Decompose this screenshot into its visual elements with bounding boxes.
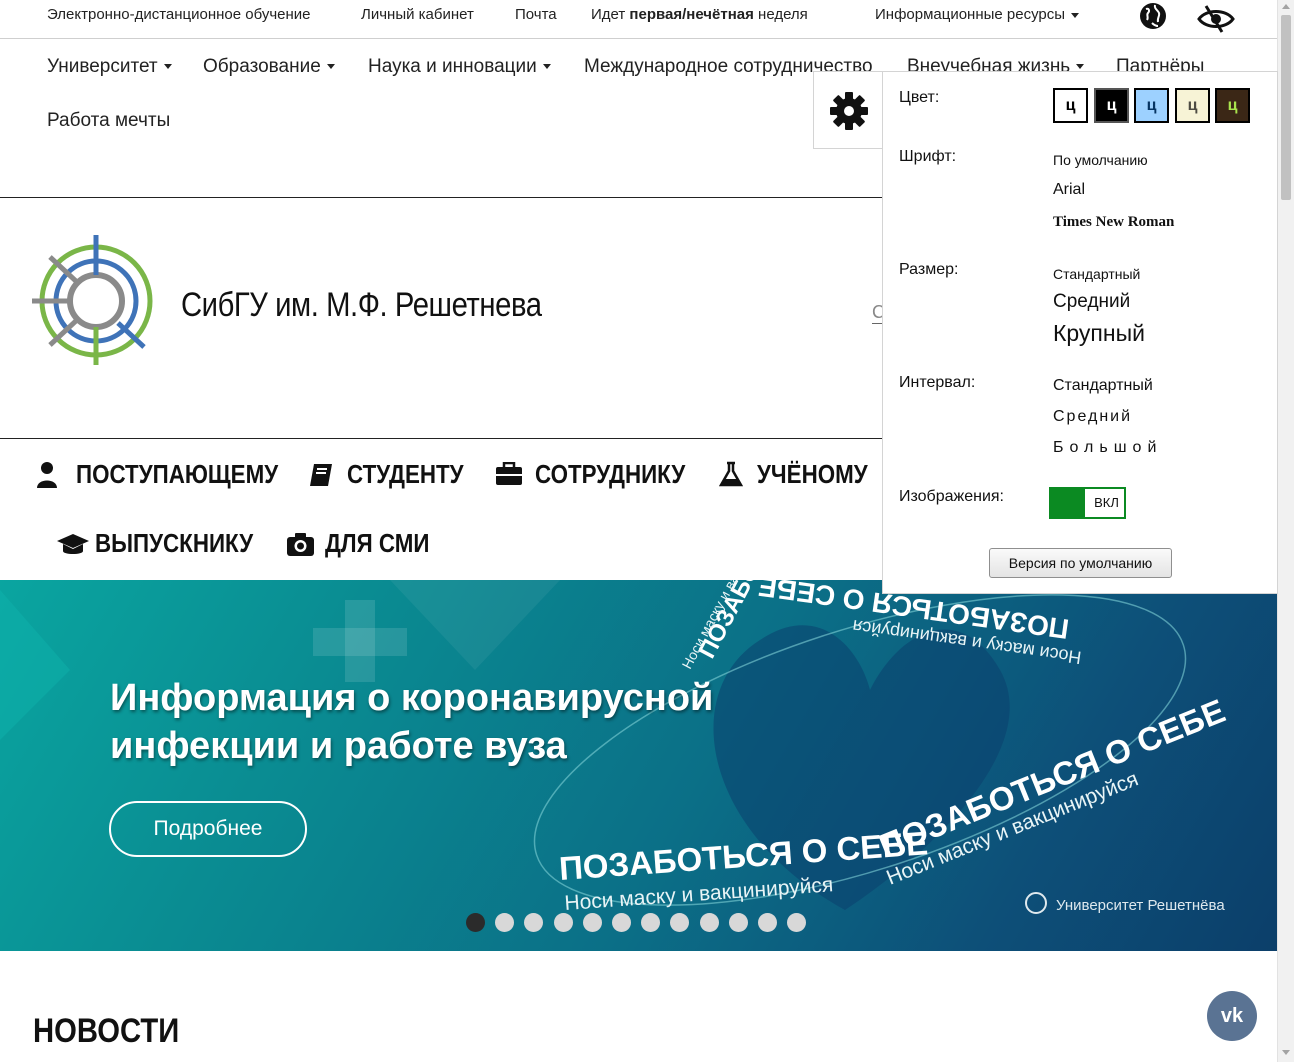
carousel-dot[interactable] bbox=[612, 913, 631, 932]
images-toggle-label: ВКЛ bbox=[1094, 495, 1119, 510]
week-prefix: Идет bbox=[591, 6, 626, 23]
nav-university-label: Университет bbox=[47, 56, 158, 77]
info-resources-dropdown[interactable]: Информационные ресурсы bbox=[875, 6, 1080, 23]
banner-title: Информация о коронавирусной инфекции и р… bbox=[110, 674, 713, 770]
banner-title-line1: Информация о коронавирусной bbox=[110, 677, 714, 719]
nav-education[interactable]: Образование bbox=[203, 56, 335, 78]
university-logo-icon[interactable] bbox=[30, 235, 155, 368]
reset-default-version-button[interactable]: Версия по умолчанию bbox=[989, 548, 1172, 578]
chevron-down-icon bbox=[1071, 12, 1080, 18]
carousel-dot[interactable] bbox=[582, 913, 602, 932]
carousel-dot[interactable] bbox=[728, 913, 748, 932]
color-label: Цвет: bbox=[899, 89, 940, 106]
banner-brand-logo-icon bbox=[1025, 892, 1047, 914]
font-option-default[interactable]: По умолчанию bbox=[1053, 152, 1148, 168]
globe-icon[interactable] bbox=[1138, 1, 1168, 31]
banner-art-brand: Университет Решетнёва bbox=[1056, 897, 1225, 914]
scroll-up-arrow-icon[interactable] bbox=[1282, 4, 1290, 9]
gear-icon[interactable] bbox=[829, 91, 869, 131]
chevron-down-icon bbox=[1076, 64, 1085, 70]
interval-option-medium[interactable]: Средний bbox=[1053, 408, 1132, 426]
font-option-arial[interactable]: Arial bbox=[1053, 181, 1085, 199]
hero-banner: ПОЗАБОТЬСЯ О СЕБЕ Носи маску и вакциниру… bbox=[0, 580, 1277, 951]
week-type: первая/нечётная bbox=[629, 6, 754, 23]
top-utility-bar: Электронно-дистанционное обучение Личный… bbox=[0, 0, 1277, 39]
color-swatch-5[interactable]: ц bbox=[1215, 88, 1250, 123]
vk-social-button[interactable]: vk bbox=[1207, 991, 1257, 1041]
nav-science-label: Наука и инновации bbox=[368, 56, 537, 77]
audience-graduate[interactable]: ВЫПУСКНИКУ bbox=[95, 528, 253, 559]
scroll-thumb[interactable] bbox=[1281, 15, 1291, 200]
audience-student[interactable]: СТУДЕНТУ bbox=[347, 459, 464, 490]
week-indicator: Идет первая/нечётная неделя bbox=[591, 6, 808, 23]
banner-more-button[interactable]: Подробнее bbox=[109, 801, 307, 857]
color-swatch-2[interactable]: ц bbox=[1094, 88, 1129, 123]
week-suffix: неделя bbox=[758, 6, 808, 23]
color-swatch-1[interactable]: ц bbox=[1053, 88, 1088, 123]
size-option-standard[interactable]: Стандартный bbox=[1053, 266, 1140, 282]
audience-employee[interactable]: СОТРУДНИКУ bbox=[535, 459, 685, 490]
distance-learning-link[interactable]: Электронно-дистанционное обучение bbox=[47, 6, 311, 23]
chevron-down-icon bbox=[542, 64, 551, 70]
briefcase-icon bbox=[496, 462, 522, 485]
font-option-times[interactable]: Times New Roman bbox=[1053, 214, 1174, 231]
color-swatch-4[interactable]: ц bbox=[1175, 88, 1210, 123]
camera-icon bbox=[287, 533, 314, 556]
chevron-down-icon bbox=[163, 64, 172, 70]
font-label: Шрифт: bbox=[899, 148, 957, 165]
nav-education-label: Образование bbox=[203, 56, 321, 77]
low-vision-icon[interactable] bbox=[1196, 4, 1236, 34]
book-icon bbox=[310, 464, 332, 486]
images-label: Изображения: bbox=[899, 488, 1004, 505]
news-heading: НОВОСТИ bbox=[33, 1012, 180, 1050]
page-scrollbar[interactable] bbox=[1277, 0, 1294, 1062]
color-swatch-3[interactable]: ц bbox=[1134, 88, 1169, 123]
nav-university[interactable]: Университет bbox=[47, 56, 172, 78]
carousel-dot[interactable] bbox=[699, 913, 719, 932]
nav-science[interactable]: Наука и инновации bbox=[368, 56, 551, 78]
graduation-cap-icon bbox=[57, 534, 89, 554]
carousel-dot[interactable] bbox=[553, 913, 573, 932]
audience-applicant[interactable]: ПОСТУПАЮЩЕМУ bbox=[76, 459, 278, 490]
audience-scientist[interactable]: УЧЁНОМУ bbox=[757, 459, 868, 490]
size-option-medium[interactable]: Средний bbox=[1053, 291, 1130, 313]
size-option-large[interactable]: Крупный bbox=[1053, 320, 1145, 347]
flask-icon bbox=[719, 461, 743, 487]
size-label: Размер: bbox=[899, 261, 959, 278]
user-icon bbox=[37, 462, 57, 488]
personal-cabinet-link[interactable]: Личный кабинет bbox=[361, 6, 474, 23]
banner-title-line2: инфекции и работе вуза bbox=[110, 725, 567, 767]
chevron-down-icon bbox=[326, 64, 335, 70]
nav-dream-job[interactable]: Работа мечты bbox=[47, 110, 170, 132]
carousel-dot[interactable] bbox=[758, 913, 777, 932]
accessibility-settings-toggle[interactable] bbox=[813, 71, 884, 149]
site-brand-title[interactable]: СибГУ им. М.Ф. Решетнева bbox=[181, 286, 542, 325]
interval-option-standard[interactable]: Стандартный bbox=[1053, 377, 1153, 395]
audience-media[interactable]: ДЛЯ СМИ bbox=[325, 528, 429, 559]
interval-option-large[interactable]: Большой bbox=[1053, 439, 1162, 457]
interval-label: Интервал: bbox=[899, 374, 976, 391]
accessibility-panel: Цвет: ццццц Шрифт: По умолчанию Arial Ti… bbox=[882, 71, 1278, 594]
images-toggle-knob bbox=[1051, 489, 1085, 517]
carousel-dot[interactable] bbox=[466, 913, 485, 932]
scroll-down-arrow-icon[interactable] bbox=[1282, 1050, 1290, 1055]
mail-link[interactable]: Почта bbox=[515, 6, 557, 23]
images-toggle[interactable]: ВКЛ bbox=[1049, 487, 1126, 519]
info-resources-label: Информационные ресурсы bbox=[875, 6, 1066, 23]
